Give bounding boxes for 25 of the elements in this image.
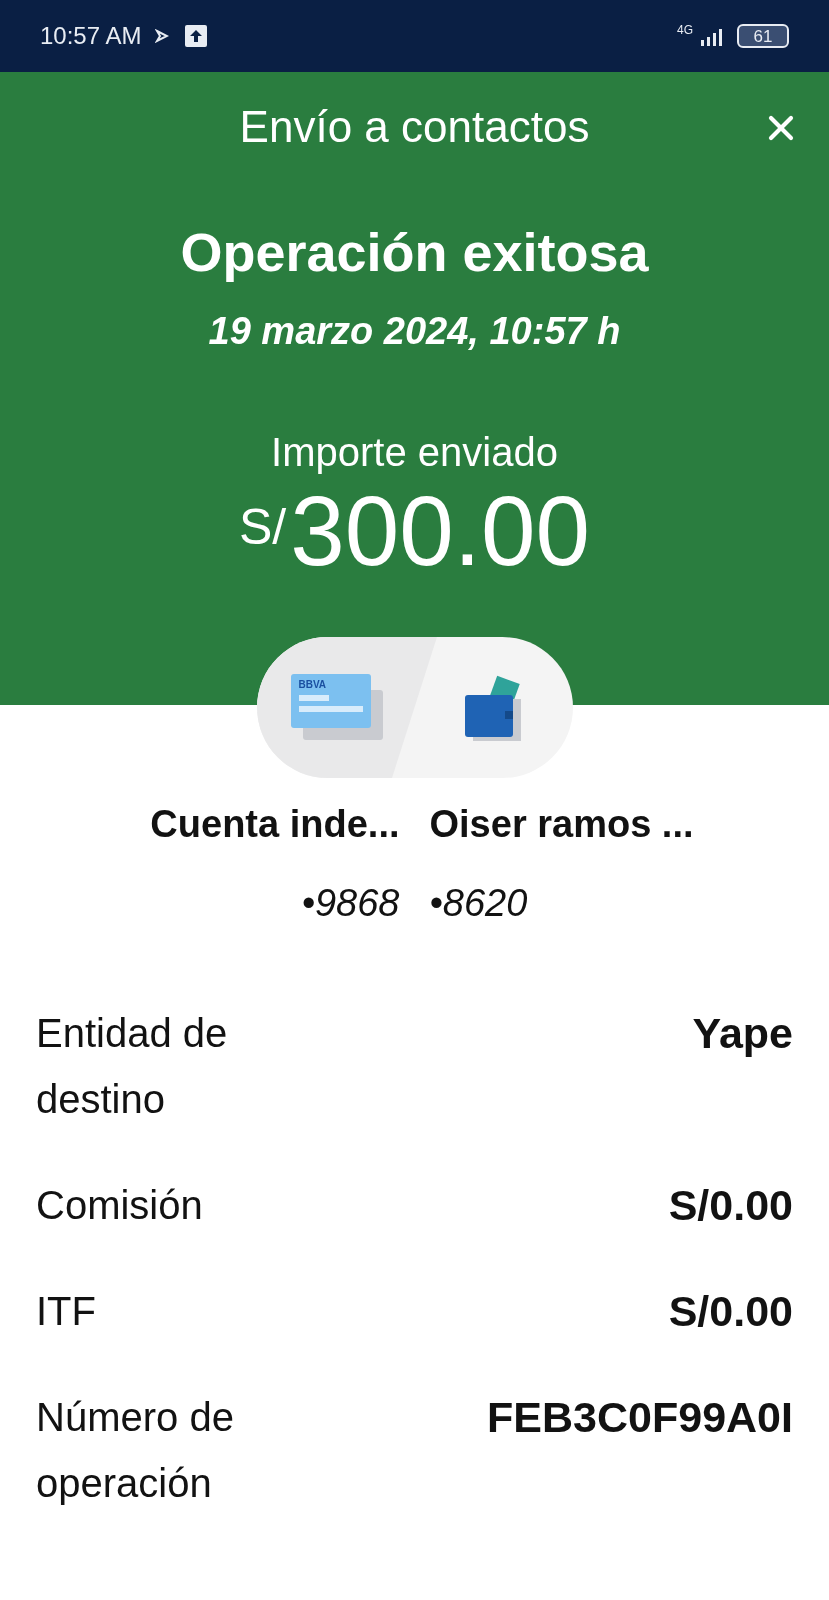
upload-icon	[185, 25, 208, 47]
detail-label: Número de operación	[36, 1394, 235, 1507]
amount-label: Importe enviado	[271, 429, 558, 476]
recipient-number: •8620	[429, 881, 528, 926]
card-logo: BBVA	[298, 679, 328, 690]
recipient-name: Oiser ramos ...	[429, 802, 694, 847]
detail-label: Entidad de destino	[36, 1010, 229, 1123]
play-icon	[155, 29, 170, 43]
detail-label: ITF	[36, 1288, 97, 1335]
detail-value: S/0.00	[668, 1286, 793, 1337]
card-stripes-icon	[298, 694, 363, 712]
currency-symbol: S/	[239, 498, 287, 557]
status-time: 10:57 AM	[40, 21, 142, 51]
detail-value: Yape	[692, 1008, 793, 1059]
amount-value: 300.00	[290, 482, 590, 580]
detail-value: S/0.00	[668, 1180, 793, 1231]
battery-icon: 61	[737, 24, 789, 48]
source-account-number: •9868	[301, 881, 400, 926]
detail-label: Comisión	[36, 1182, 204, 1229]
network-label: 4G	[677, 22, 693, 39]
screen-title: Envío a contactos	[239, 101, 590, 153]
detail-value: FEB3C0F99A0I	[487, 1392, 793, 1443]
source-account-name: Cuenta inde...	[150, 802, 400, 847]
success-heading: Operación exitosa	[180, 221, 649, 284]
operation-date: 19 marzo 2024, 10:57 h	[208, 309, 621, 354]
